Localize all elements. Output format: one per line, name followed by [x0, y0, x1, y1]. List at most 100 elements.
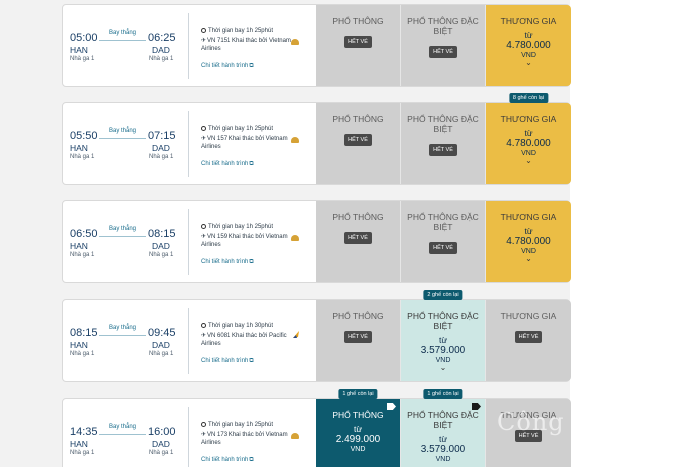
flight-operator: ✈VN 159 Khai thác bởi Vietnam Airlines — [201, 233, 299, 249]
stop-label: Bay thẳng — [108, 226, 137, 232]
flight-info: 05:00 HAN Nhà ga 1 Bay thẳng 06:25 DAD N… — [63, 5, 316, 86]
route-line — [99, 138, 146, 139]
fare-option: PHỔ THÔNG HẾT VÉ — [316, 300, 400, 381]
fare-price: 4.780.000 — [506, 236, 551, 247]
fare-class-name: PHỔ THÔNG — [332, 410, 384, 420]
flight-duration: Thời gian bay 1h 25phút — [201, 421, 299, 429]
departure-airport: HAN — [70, 241, 88, 251]
flight-card: 05:00 HAN Nhà ga 1 Bay thẳng 06:25 DAD N… — [62, 4, 571, 87]
clock-icon — [201, 126, 206, 131]
itinerary-detail-link[interactable]: Chi tiết hành trình⧉ — [201, 161, 254, 168]
fare-option[interactable]: PHỔ THÔNG ĐẶC BIỆT từ 3.579.000 VND ⌄ 2 ghế… — [400, 290, 485, 381]
departure-time: 06:50 — [70, 228, 98, 240]
chevron-down-icon: ⌄ — [439, 462, 447, 467]
meal-icon — [291, 39, 299, 45]
itinerary-detail-link[interactable]: Chi tiết hành trình⧉ — [201, 358, 254, 365]
duration-text: Thời gian bay 1h 25phút — [208, 422, 273, 428]
chevron-down-icon: ⌄ — [525, 58, 532, 67]
departure-terminal: Nhà ga 1 — [70, 450, 95, 456]
price-prefix: từ — [353, 424, 363, 434]
sold-out-badge: HẾT VÉ — [344, 36, 372, 48]
arrival-time: 16:00 — [148, 426, 176, 438]
arrival-terminal: Nhà ga 1 — [149, 351, 174, 357]
detail-link-text: Chi tiết hành trình — [201, 63, 249, 69]
fare-price: 3.579.000 — [420, 444, 466, 455]
arrival-terminal: Nhà ga 1 — [149, 154, 174, 160]
arrival-airport: DAD — [152, 340, 170, 350]
arrival-time: 09:45 — [148, 327, 176, 339]
meal-icon — [291, 235, 299, 241]
detail-link-text: Chi tiết hành trình — [201, 259, 249, 265]
departure-terminal: Nhà ga 1 — [70, 154, 95, 160]
arrival-time: 08:15 — [148, 228, 176, 240]
arrival-airport: DAD — [152, 241, 170, 251]
price-prefix: từ — [524, 226, 533, 236]
departure-airport: HAN — [70, 340, 88, 350]
detail-link-text: Chi tiết hành trình — [201, 457, 249, 463]
stop-label: Bay thẳng — [108, 424, 137, 430]
sold-out-badge: HẾT VÉ — [514, 331, 543, 343]
fare-option[interactable]: THƯƠNG GIA từ 4.780.000 VND ⌄ — [485, 201, 571, 282]
arrival-airport: DAD — [152, 45, 170, 55]
route-line — [99, 434, 146, 435]
duration-text: Thời gian bay 1h 25phút — [208, 126, 273, 132]
duration-text: Thời gian bay 1h 25phút — [208, 224, 273, 230]
departure-terminal: Nhà ga 1 — [70, 56, 95, 62]
route-line — [99, 335, 146, 336]
departure-airport: HAN — [70, 45, 88, 55]
departure-time: 14:35 — [70, 426, 98, 438]
pacific-airlines-logo-icon — [293, 331, 299, 338]
flight-info: 08:15 HAN Nhà ga 1 Bay thẳng 09:45 DAD N… — [63, 300, 316, 381]
price-prefix: từ — [524, 30, 533, 40]
departure-airport: HAN — [70, 439, 88, 449]
meal-icon — [291, 137, 299, 143]
arrival-airport: DAD — [152, 439, 170, 449]
watermark: Công Thương — [497, 408, 672, 436]
clock-icon — [201, 422, 206, 427]
departure-terminal: Nhà ga 1 — [70, 252, 95, 258]
fare-option: PHỔ THÔNG HẾT VÉ — [316, 103, 400, 184]
arrival-time: 07:15 — [148, 130, 176, 142]
fare-option[interactable]: PHỔ THÔNG ĐẶC BIỆT từ 3.579.000 VND ⌄ 1 ghế… — [400, 389, 485, 467]
duration-text: Thời gian bay 1h 30phút — [208, 323, 273, 329]
fare-class-name: THƯƠNG GIA — [500, 16, 557, 26]
chevron-down-icon: ⌄ — [525, 254, 532, 263]
divider — [188, 111, 189, 177]
seats-left-badge: 1 ghế còn lại — [423, 389, 463, 399]
detail-link-text: Chi tiết hành trình — [201, 161, 249, 167]
stop-label: Bay thẳng — [108, 30, 137, 36]
fare-class-name: THƯƠNG GIA — [500, 212, 557, 222]
chevron-down-icon: ⌄ — [439, 363, 447, 372]
fare-class-name: THƯƠNG GIA — [500, 114, 557, 124]
fare-option[interactable]: THƯƠNG GIA từ 4.780.000 VND ⌄ 8 ghế còn lại — [485, 93, 571, 184]
departure-time: 08:15 — [70, 327, 98, 339]
itinerary-detail-link[interactable]: Chi tiết hành trình⧉ — [201, 63, 254, 70]
tag-icon — [472, 403, 481, 410]
operator-text: VN 157 Khai thác bởi Vietnam Airlines — [201, 136, 288, 150]
departure-airport: HAN — [70, 143, 88, 153]
flight-duration: Thời gian bay 1h 25phút — [201, 125, 299, 133]
plane-icon: ✈ — [201, 333, 207, 339]
sold-out-badge: HẾT VÉ — [344, 134, 372, 146]
itinerary-detail-link[interactable]: Chi tiết hành trình⧉ — [201, 457, 254, 464]
fare-option[interactable]: THƯƠNG GIA từ 4.780.000 VND ⌄ — [485, 5, 571, 86]
page-background-right — [570, 0, 700, 467]
stop-label: Bay thẳng — [108, 325, 137, 331]
external-link-icon: ⧉ — [249, 457, 254, 463]
flight-duration: Thời gian bay 1h 25phút — [201, 223, 299, 231]
operator-text: VN 6081 Khai thác bởi Pacific Airlines — [201, 333, 287, 347]
divider — [188, 209, 189, 275]
fare-price: 2.499.000 — [335, 434, 381, 445]
meal-icon — [291, 433, 299, 439]
flight-info: 06:50 HAN Nhà ga 1 Bay thẳng 08:15 DAD N… — [63, 201, 316, 282]
external-link-icon: ⧉ — [249, 161, 254, 167]
price-prefix: từ — [438, 335, 448, 345]
itinerary-detail-link[interactable]: Chi tiết hành trình⧉ — [201, 259, 254, 266]
clock-icon — [201, 323, 206, 328]
arrival-time: 06:25 — [148, 32, 176, 44]
external-link-icon: ⧉ — [249, 358, 254, 364]
departure-terminal: Nhà ga 1 — [70, 351, 95, 357]
fare-currency: VND — [350, 446, 366, 453]
fare-option[interactable]: PHỔ THÔNG từ 2.499.000 VND 1 ghế còn lại — [316, 389, 400, 467]
operator-text: VN 173 Khai thác bởi Vietnam Airlines — [201, 432, 288, 446]
